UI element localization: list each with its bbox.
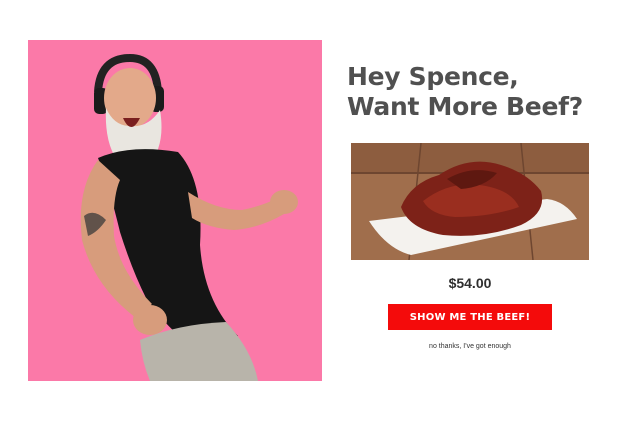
offer-headline: Hey Spence, Want More Beef? <box>347 62 617 122</box>
hero-photo <box>28 40 322 381</box>
headline-line-1: Hey Spence, <box>347 62 519 91</box>
decline-link[interactable]: no thanks, I've got enough <box>351 343 589 350</box>
offer-price: $54.00 <box>448 275 492 291</box>
product-image <box>351 143 589 260</box>
headline-line-2: Want More Beef? <box>347 92 583 121</box>
show-beef-button[interactable]: SHOW ME THE BEEF! <box>388 304 552 330</box>
